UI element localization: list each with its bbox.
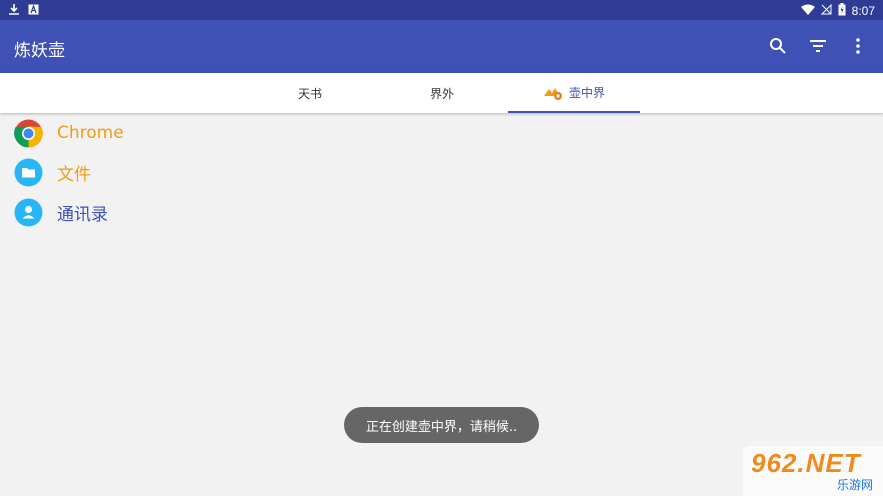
watermark-brand: 962.NET	[751, 448, 861, 478]
status-time: 8:07	[851, 4, 875, 18]
watermark-sub: 乐游网	[836, 478, 873, 492]
folder-icon	[14, 158, 43, 187]
watermark-logo: 962.NET 乐游网	[743, 446, 883, 496]
tab-bar: 天书 界外 壶中界	[0, 73, 883, 113]
app-name: 通讯录	[57, 204, 108, 225]
app-bar: 炼妖壶	[0, 20, 883, 73]
toast-message: 正在创建壶中界，请稍候..	[344, 407, 539, 443]
chrome-icon	[14, 119, 43, 148]
tab-label: 壶中界	[568, 85, 605, 100]
more-vert-icon[interactable]	[847, 35, 869, 57]
tab-jiewai[interactable]: 界外	[376, 73, 508, 113]
tab-label: 天书	[297, 86, 322, 101]
app-name: 文件	[57, 164, 91, 185]
island-icon	[543, 85, 563, 100]
list-item-files[interactable]: 文件	[0, 152, 883, 192]
no-signal-icon	[820, 3, 832, 18]
contacts-icon	[14, 198, 43, 227]
app-title: 炼妖壶	[14, 41, 65, 61]
tab-label: 界外	[429, 86, 454, 101]
search-icon[interactable]	[767, 35, 789, 57]
status-bar: 8:07	[0, 0, 883, 20]
list-item-chrome[interactable]: Chrome	[0, 113, 883, 153]
tab-tianshu[interactable]: 天书	[244, 73, 376, 113]
filter-icon[interactable]	[807, 35, 829, 57]
wifi-icon	[800, 4, 815, 18]
app-name: Chrome	[57, 123, 124, 143]
battery-icon	[838, 3, 846, 19]
download-icon	[8, 3, 20, 19]
list-item-contacts[interactable]: 通讯录	[0, 192, 883, 232]
tab-huzhongjie[interactable]: 壶中界	[508, 73, 640, 113]
font-icon	[28, 4, 39, 18]
